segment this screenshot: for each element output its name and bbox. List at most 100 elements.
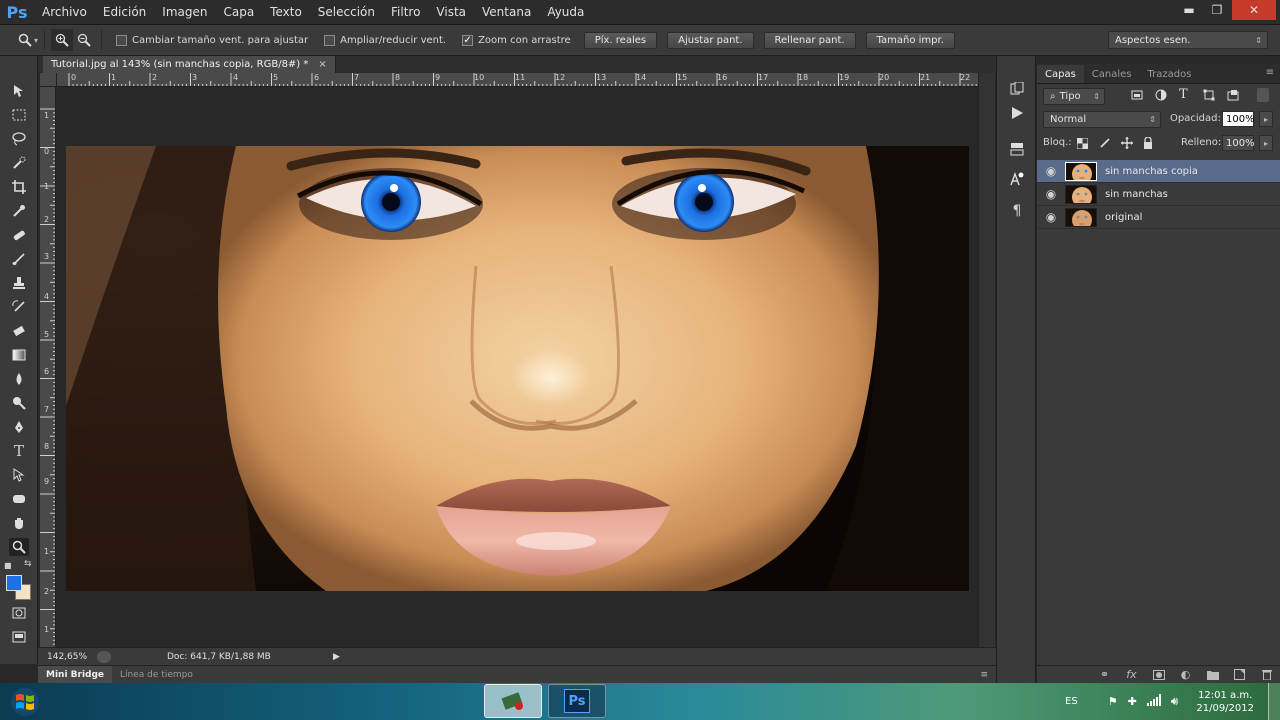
- dodge-tool-icon[interactable]: [9, 394, 29, 412]
- layer-style-fx-icon[interactable]: fx: [1118, 668, 1145, 681]
- lock-transparent-icon[interactable]: [1076, 137, 1089, 152]
- fit-screen-button[interactable]: Ajustar pant.: [667, 31, 754, 49]
- paragraph-panel-icon[interactable]: ¶: [1007, 202, 1027, 220]
- zoom-all-windows-checkbox[interactable]: Ampliar/reducir vent.: [324, 34, 446, 46]
- zoom-tool-icon[interactable]: [9, 538, 29, 556]
- print-size-button[interactable]: Tamaño impr.: [865, 31, 955, 49]
- menu-archivo[interactable]: Archivo: [34, 5, 95, 19]
- delete-layer-trash-icon[interactable]: [1253, 669, 1280, 680]
- layer-row[interactable]: ◉ original: [1037, 206, 1280, 229]
- move-tool-icon[interactable]: [9, 82, 29, 100]
- lock-position-icon[interactable]: [1121, 137, 1133, 152]
- checkbox-box[interactable]: [116, 34, 128, 46]
- status-info-icon[interactable]: [97, 650, 111, 663]
- eyedropper-tool-icon[interactable]: [9, 202, 29, 220]
- actions-panel-icon[interactable]: [1007, 104, 1027, 122]
- crop-tool-icon[interactable]: [9, 178, 29, 196]
- close-tab-icon[interactable]: ×: [318, 59, 326, 70]
- volume-speaker-icon[interactable]: 🔊︎: [1171, 694, 1179, 709]
- visibility-eye-icon[interactable]: ◉: [1037, 164, 1065, 178]
- clone-stamp-tool-icon[interactable]: [9, 274, 29, 292]
- horizontal-ruler[interactable]: 0 1 2 3 4 5 6 7 8 9 10 11 12 13 14 15 16…: [57, 73, 978, 87]
- zoom-tool-preset-icon[interactable]: [14, 29, 36, 51]
- menu-edicion[interactable]: Edición: [95, 5, 154, 19]
- taskbar-app-recorder[interactable]: [484, 684, 542, 718]
- layer-row[interactable]: ◉ sin manchas copia: [1037, 160, 1280, 183]
- vertical-scrollbar[interactable]: [978, 73, 995, 647]
- history-brush-tool-icon[interactable]: [9, 298, 29, 316]
- document-tab[interactable]: Tutorial.jpg al 143% (sin manchas copia,…: [43, 56, 336, 73]
- tab-layers[interactable]: Capas: [1037, 65, 1084, 83]
- menu-ayuda[interactable]: Ayuda: [539, 5, 592, 19]
- action-center-flag-icon[interactable]: ⚑: [1108, 695, 1118, 708]
- default-colors-icon[interactable]: ■: [4, 561, 12, 570]
- quick-mask-icon[interactable]: [9, 604, 29, 622]
- gradient-tool-icon[interactable]: [9, 346, 29, 364]
- document-image[interactable]: [66, 146, 969, 591]
- panel-menu-icon[interactable]: ≡: [1266, 67, 1274, 78]
- vertical-ruler[interactable]: 1 0 1 2 3 4 5 6 7 8 9 1 2 1: [40, 87, 56, 647]
- new-layer-icon[interactable]: [1226, 669, 1253, 680]
- adjustments-panel-icon[interactable]: [1007, 140, 1027, 158]
- ruler-origin[interactable]: [40, 73, 57, 87]
- windows-start-button[interactable]: [8, 686, 42, 717]
- tab-mini-bridge[interactable]: Mini Bridge: [38, 665, 113, 684]
- marquee-tool-icon[interactable]: [9, 106, 29, 124]
- opacity-slider-arrow-icon[interactable]: ▸: [1259, 111, 1273, 127]
- filter-shape-icon[interactable]: [1203, 89, 1215, 104]
- show-desktop-button[interactable]: [1268, 683, 1280, 720]
- filter-pixel-icon[interactable]: [1131, 89, 1143, 104]
- menu-texto[interactable]: Texto: [262, 5, 310, 19]
- filter-toggle-switch[interactable]: [1257, 88, 1269, 102]
- filter-adjustment-icon[interactable]: [1155, 89, 1167, 104]
- layer-name[interactable]: sin manchas copia: [1105, 166, 1198, 177]
- new-group-folder-icon[interactable]: [1199, 670, 1226, 680]
- zoom-level[interactable]: 142,65%: [47, 652, 91, 662]
- actual-pixels-button[interactable]: Píx. reales: [583, 31, 658, 49]
- fill-screen-button[interactable]: Rellenar pant.: [763, 31, 856, 49]
- tab-paths[interactable]: Trazados: [1140, 65, 1200, 83]
- hand-tool-icon[interactable]: [9, 514, 29, 532]
- menu-filtro[interactable]: Filtro: [383, 5, 428, 19]
- fill-slider-arrow-icon[interactable]: ▸: [1259, 135, 1273, 151]
- healing-brush-tool-icon[interactable]: [9, 226, 29, 244]
- restore-button[interactable]: ❐: [1203, 0, 1231, 20]
- filter-kind-dropdown[interactable]: ⌕ Tipo ⇕: [1043, 88, 1105, 105]
- history-panel-icon[interactable]: [1007, 80, 1027, 98]
- lock-all-icon[interactable]: [1143, 136, 1153, 152]
- eraser-tool-icon[interactable]: [9, 322, 29, 340]
- tab-timeline[interactable]: Línea de tiempo: [112, 666, 201, 684]
- menu-imagen[interactable]: Imagen: [154, 5, 215, 19]
- clock[interactable]: 12:01 a.m. 21/09/2012: [1182, 689, 1268, 715]
- rectangle-tool-icon[interactable]: [9, 490, 29, 508]
- layer-name[interactable]: sin manchas: [1105, 189, 1168, 200]
- brush-tool-icon[interactable]: [9, 250, 29, 268]
- blend-mode-dropdown[interactable]: Normal ⇕: [1043, 111, 1161, 128]
- new-adjustment-layer-icon[interactable]: ◐: [1172, 668, 1199, 681]
- canvas-area[interactable]: [57, 87, 978, 647]
- add-mask-icon[interactable]: [1145, 669, 1172, 680]
- menu-vista[interactable]: Vista: [428, 5, 474, 19]
- filter-smart-object-icon[interactable]: [1227, 89, 1239, 104]
- panel-menu-icon[interactable]: ≡: [980, 670, 988, 680]
- close-button[interactable]: ✕: [1232, 0, 1276, 20]
- tray-app-icon[interactable]: ✚: [1128, 695, 1137, 708]
- fill-input[interactable]: 100%: [1222, 135, 1255, 151]
- foreground-color-swatch[interactable]: [6, 575, 22, 591]
- lock-image-icon[interactable]: [1099, 137, 1111, 152]
- visibility-eye-icon[interactable]: ◉: [1037, 210, 1065, 224]
- zoom-in-icon[interactable]: [51, 29, 74, 51]
- menu-capa[interactable]: Capa: [215, 5, 262, 19]
- path-selection-tool-icon[interactable]: [9, 466, 29, 484]
- network-signal-icon[interactable]: [1146, 694, 1161, 709]
- status-menu-arrow-icon[interactable]: ▶: [333, 652, 340, 662]
- layer-row[interactable]: ◉ sin manchas: [1037, 183, 1280, 206]
- link-layers-icon[interactable]: ⚭: [1091, 668, 1118, 681]
- swap-colors-icon[interactable]: ⇆: [24, 559, 32, 569]
- opacity-input[interactable]: 100%: [1222, 111, 1255, 127]
- visibility-eye-icon[interactable]: ◉: [1037, 187, 1065, 201]
- checkbox-checked-icon[interactable]: ✓: [462, 34, 474, 46]
- language-indicator[interactable]: ES: [1065, 696, 1078, 707]
- preset-dropdown-arrow-icon[interactable]: ▾: [34, 36, 38, 45]
- type-tool-icon[interactable]: T: [9, 442, 29, 460]
